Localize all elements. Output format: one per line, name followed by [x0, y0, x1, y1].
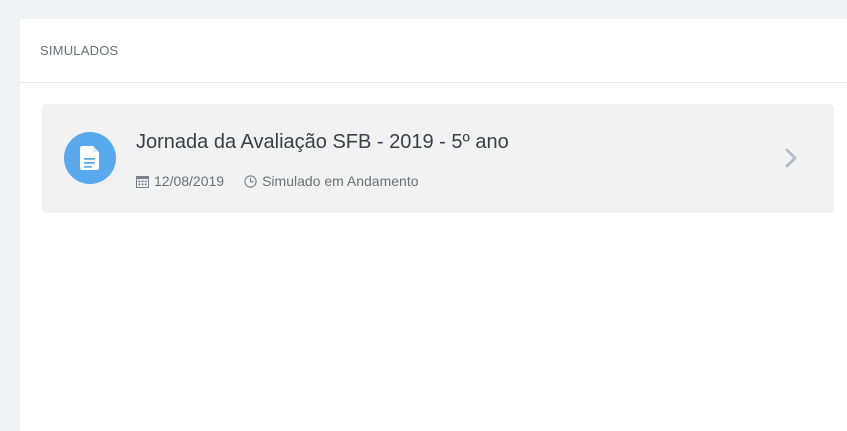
panel-header: SIMULADOS	[20, 19, 847, 83]
simulado-status-text: Simulado em Andamento	[262, 173, 419, 189]
simulado-status: Simulado em Andamento	[244, 173, 419, 189]
clock-icon	[244, 174, 257, 188]
chevron-right-icon[interactable]	[782, 148, 800, 168]
simulado-date-text: 12/08/2019	[154, 173, 225, 189]
simulado-card[interactable]: Jornada da Avaliação SFB - 2019 - 5º ano	[42, 104, 834, 213]
simulado-title: Jornada da Avaliação SFB - 2019 - 5º ano	[136, 131, 509, 153]
calendar-icon	[136, 175, 149, 188]
simulados-panel: SIMULADOS Jornada da Avaliação SFB - 201…	[20, 19, 847, 431]
simulado-date: 12/08/2019	[136, 173, 224, 189]
simulado-meta: 12/08/2019 Simulado em Andamento	[136, 173, 419, 189]
section-title: SIMULADOS	[40, 43, 119, 58]
document-icon	[64, 132, 116, 184]
